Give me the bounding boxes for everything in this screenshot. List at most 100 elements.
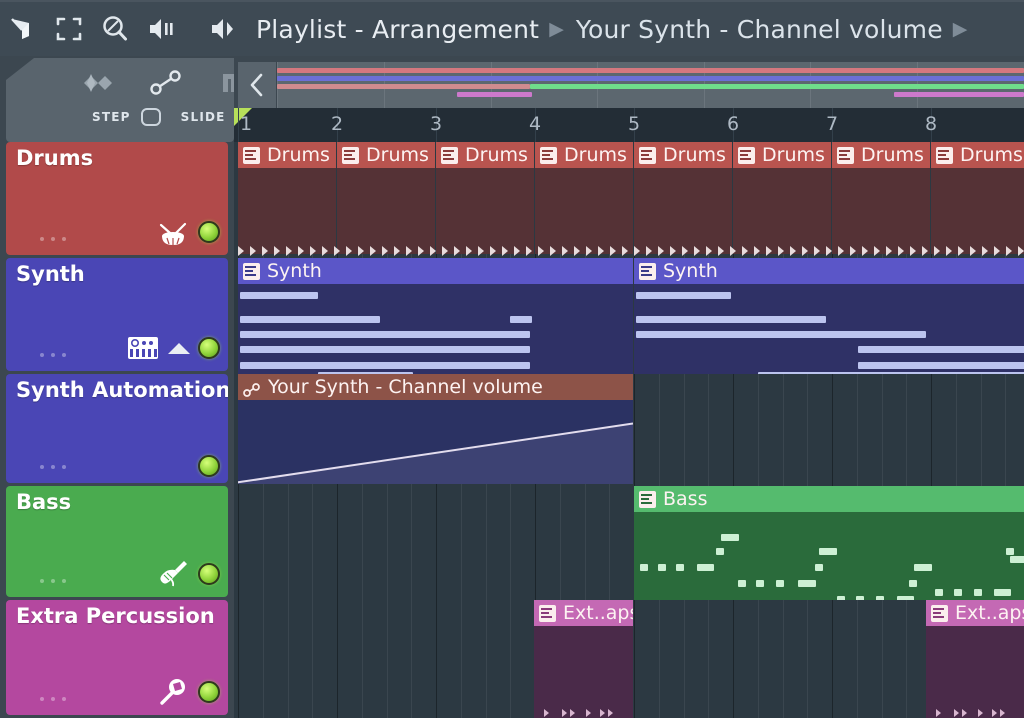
pattern-icon xyxy=(837,146,854,164)
clip-marker xyxy=(298,246,304,256)
lane-extra-percussion[interactable]: Ext..aps Ext..aps xyxy=(234,600,1024,718)
track-header-synth-automation[interactable]: Synth Automation xyxy=(6,374,228,483)
clip-marker xyxy=(954,709,959,717)
clip-marker xyxy=(562,709,567,717)
lane-bass[interactable]: Bass xyxy=(234,486,1024,600)
clip-label: Synth xyxy=(267,260,322,282)
grid-beatline xyxy=(460,486,462,600)
clip-drums[interactable]: Drums xyxy=(535,142,633,254)
lane-synth-automation[interactable]: Your Synth - Channel volume xyxy=(234,374,1024,486)
maraca-icon[interactable] xyxy=(156,675,190,709)
volume-tool-icon[interactable] xyxy=(138,6,184,52)
playlist-grid[interactable]: Drums Drums Drums Drums Drums Drums Drums Drums… xyxy=(234,142,1024,718)
drum-icon[interactable] xyxy=(156,215,190,249)
clip-marker xyxy=(358,246,364,256)
midi-note xyxy=(914,564,932,571)
track-controls xyxy=(156,675,220,709)
midi-note xyxy=(240,346,530,353)
track-drag-handle[interactable] xyxy=(40,465,66,469)
midi-note xyxy=(858,346,1024,353)
clip-drums[interactable]: Drums xyxy=(733,142,831,254)
clip-marker xyxy=(850,246,856,256)
track-drag-handle[interactable] xyxy=(40,353,66,357)
track-drag-handle[interactable] xyxy=(40,579,66,583)
clip-drums[interactable]: Drums xyxy=(238,142,336,254)
clip-titlebar: Your Synth - Channel volume xyxy=(238,374,633,400)
grid-beatline xyxy=(411,600,413,718)
track-enable-led[interactable] xyxy=(198,681,220,703)
grid-beatline xyxy=(980,374,982,486)
clip-marker xyxy=(992,709,997,717)
expand-triangle-icon[interactable] xyxy=(168,342,190,354)
chevron-left-icon[interactable] xyxy=(238,62,276,108)
clip-bass[interactable]: Bass xyxy=(634,486,1024,600)
midi-note xyxy=(636,292,731,299)
lane-drums[interactable]: Drums Drums Drums Drums Drums Drums Drums Drums xyxy=(234,142,1024,258)
clip-label: Ext..aps xyxy=(955,602,1024,624)
clip-marker xyxy=(586,246,592,256)
grid-beatline xyxy=(708,600,710,718)
timeline-ruler[interactable]: 1 2 3 4 5 6 7 8 xyxy=(234,108,1024,142)
clip-marker xyxy=(394,246,400,256)
track-enable-led[interactable] xyxy=(198,563,220,585)
step-toggle[interactable] xyxy=(140,108,161,126)
slide-label: SLIDE xyxy=(180,110,226,124)
lane-synth[interactable]: Synth Synth xyxy=(234,258,1024,374)
clip-marker xyxy=(250,246,256,256)
grid-beatline xyxy=(955,374,957,486)
midi-note xyxy=(798,580,816,587)
automation-curve xyxy=(238,422,633,484)
midi-note xyxy=(994,589,1011,596)
ruler-gridline xyxy=(238,108,239,142)
clip-drums[interactable]: Drums xyxy=(634,142,732,254)
track-header-drums[interactable]: Drums xyxy=(6,142,228,255)
magnet-snap-icon[interactable] xyxy=(78,66,118,100)
keyboard-icon[interactable] xyxy=(126,331,160,365)
midi-note xyxy=(240,292,318,299)
breadcrumb-item-playlist[interactable]: Playlist - Arrangement xyxy=(250,15,545,44)
track-drag-handle[interactable] xyxy=(40,697,66,701)
clip-marker xyxy=(418,246,424,256)
clip-drums[interactable]: Drums xyxy=(337,142,435,254)
select-crop-icon[interactable] xyxy=(46,6,92,52)
track-name: Synth Automation xyxy=(16,378,228,402)
breadcrumb-item-automation[interactable]: Your Synth - Channel volume xyxy=(570,15,949,44)
bass-overview xyxy=(530,84,1024,89)
grid-barline xyxy=(931,374,932,486)
ruler-bar-number: 3 xyxy=(429,113,443,135)
automation-link-icon[interactable] xyxy=(146,66,186,100)
track-header-bass[interactable]: Bass xyxy=(6,486,228,597)
track-enable-led[interactable] xyxy=(198,455,220,477)
title-bar: Playlist - Arrangement ▶ Your Synth - Ch… xyxy=(0,0,1024,56)
grid-barline xyxy=(436,600,437,718)
speaker-icon[interactable] xyxy=(200,6,246,52)
zoom-tool-icon[interactable] xyxy=(92,6,138,52)
track-name: Drums xyxy=(16,146,94,170)
clip-marker-row xyxy=(234,246,1024,257)
clip-marker xyxy=(742,246,748,256)
arrangement-overview[interactable] xyxy=(277,62,1024,108)
grid-beatline xyxy=(312,600,314,718)
clip-automation[interactable]: Your Synth - Channel volume xyxy=(238,374,633,484)
percussion-overview xyxy=(894,92,1024,97)
midi-note xyxy=(776,580,784,587)
grid-beatline xyxy=(782,600,784,718)
clip-drums[interactable]: Drums xyxy=(931,142,1024,254)
clip-marker xyxy=(570,709,575,717)
draw-tool-icon[interactable] xyxy=(0,6,46,52)
midi-note xyxy=(636,316,826,323)
clip-drums[interactable]: Drums xyxy=(436,142,534,254)
clip-marker xyxy=(634,246,640,256)
clip-extra-percussion[interactable]: Ext..aps xyxy=(534,600,633,718)
track-header-synth[interactable]: Synth xyxy=(6,258,228,371)
clip-extra-percussion[interactable]: Ext..aps xyxy=(926,600,1024,718)
track-enable-led[interactable] xyxy=(198,221,220,243)
guitar-icon[interactable] xyxy=(156,557,190,591)
track-header-extra-percussion[interactable]: Extra Percussion xyxy=(6,600,228,715)
clip-titlebar: Bass xyxy=(634,486,1024,512)
track-drag-handle[interactable] xyxy=(40,237,66,241)
clip-marker xyxy=(370,246,376,256)
track-enable-led[interactable] xyxy=(198,337,220,359)
clip-drums[interactable]: Drums xyxy=(832,142,930,254)
grid-barline xyxy=(337,486,338,600)
